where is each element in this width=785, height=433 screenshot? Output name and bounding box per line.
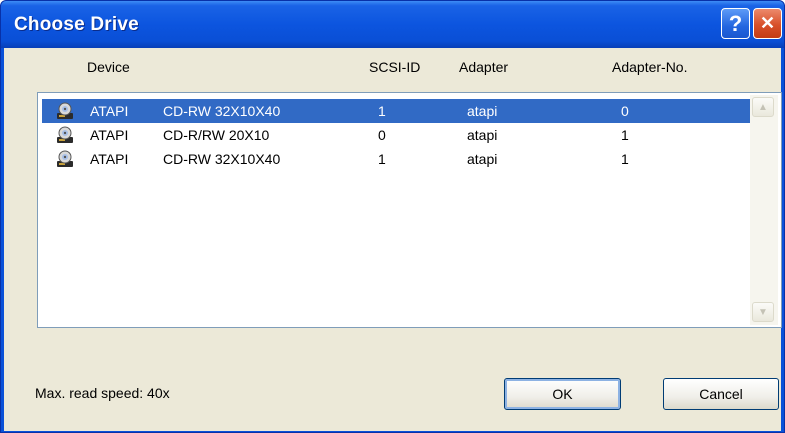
- dialog-body: Device SCSI-ID Adapter Adapter-No. ATAPI…: [4, 48, 782, 431]
- max-read-speed-label: Max. read speed: 40x: [35, 385, 170, 401]
- close-button[interactable]: ✕: [753, 8, 782, 39]
- drive-row[interactable]: ATAPI CD-RW 32X10X40 1 atapi 0: [42, 99, 754, 123]
- cell-scsi-id: 1: [378, 103, 386, 119]
- cd-drive-icon: [56, 150, 74, 168]
- ok-button[interactable]: OK: [504, 378, 621, 410]
- cell-vendor: ATAPI: [90, 103, 129, 119]
- cancel-button[interactable]: Cancel: [663, 378, 779, 410]
- drive-row[interactable]: ATAPI CD-R/RW 20X10 0 atapi 1: [42, 123, 754, 147]
- vertical-scrollbar[interactable]: ▲ ▼: [750, 95, 778, 325]
- cancel-button-label: Cancel: [699, 386, 743, 402]
- cell-adapter-no: 1: [621, 127, 629, 143]
- title-bar[interactable]: Choose Drive ? ✕: [1, 1, 784, 48]
- cell-vendor: ATAPI: [90, 151, 129, 167]
- column-header-scsi-id[interactable]: SCSI-ID: [369, 59, 420, 75]
- cell-adapter: atapi: [467, 103, 498, 119]
- cell-model: CD-RW 32X10X40: [163, 103, 281, 119]
- drive-row[interactable]: ATAPI CD-RW 32X10X40 1 atapi 1: [42, 147, 754, 171]
- close-icon: ✕: [759, 13, 776, 33]
- cell-adapter-no: 0: [621, 103, 629, 119]
- chevron-down-icon: ▼: [758, 306, 768, 318]
- cell-model: CD-RW 32X10X40: [163, 151, 281, 167]
- chevron-up-icon: ▲: [758, 101, 768, 113]
- column-header-adapter-no[interactable]: Adapter-No.: [612, 59, 687, 75]
- ok-button-label: OK: [552, 386, 573, 402]
- choose-drive-dialog: Choose Drive ? ✕ Device SCSI-ID Adapter …: [0, 0, 785, 433]
- drive-list[interactable]: ATAPI CD-RW 32X10X40 1 atapi 0 ATAPI CD-R/RW 2…: [37, 92, 782, 328]
- cell-adapter: atapi: [467, 151, 498, 167]
- column-header-device[interactable]: Device: [87, 59, 130, 75]
- cell-adapter-no: 1: [621, 151, 629, 167]
- scroll-up-button[interactable]: ▲: [752, 97, 774, 117]
- help-icon: ?: [728, 10, 743, 36]
- cd-drive-icon: [56, 102, 74, 120]
- cd-drive-icon: [56, 126, 74, 144]
- window-title: Choose Drive: [14, 14, 139, 35]
- help-button[interactable]: ?: [721, 8, 750, 39]
- column-header-adapter[interactable]: Adapter: [459, 59, 508, 75]
- cell-scsi-id: 1: [378, 151, 386, 167]
- cell-model: CD-R/RW 20X10: [163, 127, 270, 143]
- scroll-down-button[interactable]: ▼: [752, 302, 774, 322]
- cell-adapter: atapi: [467, 127, 498, 143]
- cell-vendor: ATAPI: [90, 127, 129, 143]
- cell-scsi-id: 0: [378, 127, 386, 143]
